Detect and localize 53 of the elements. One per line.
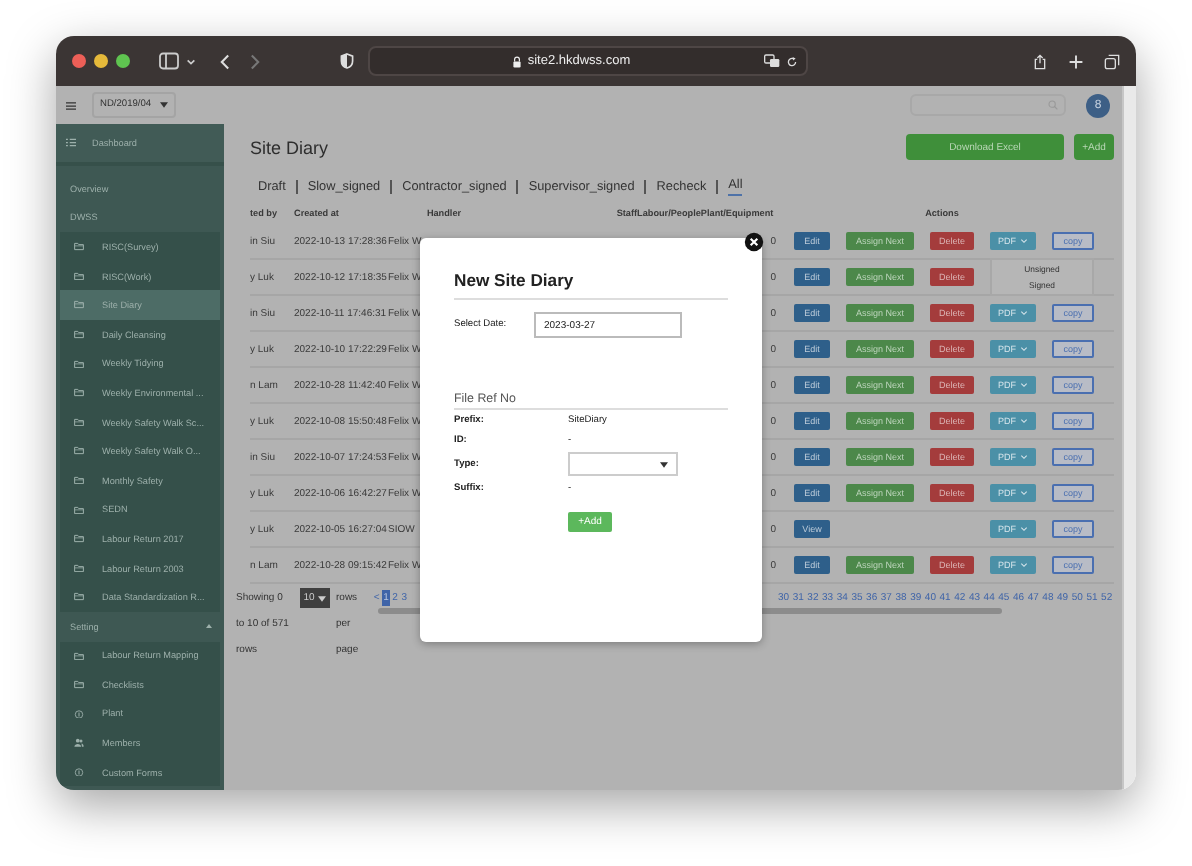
folder-icon (74, 300, 84, 310)
folder-icon (74, 242, 84, 252)
folder-icon (74, 534, 84, 544)
reload-icon[interactable] (786, 55, 798, 67)
chevron-down-icon (1020, 382, 1028, 388)
folder-icon (74, 271, 84, 281)
chevron-down-icon (1020, 238, 1028, 244)
shield-icon[interactable] (340, 52, 354, 70)
sidebar-toggle-icon[interactable] (158, 52, 180, 70)
minimize-window-button[interactable] (94, 54, 108, 68)
caret-up-icon (206, 624, 212, 629)
caret-icon (159, 102, 168, 108)
dialog-title: New Site Diary (454, 264, 728, 300)
menu-icon[interactable] (66, 101, 76, 109)
folder-icon (74, 475, 84, 485)
chevron-down-icon (1020, 346, 1028, 352)
chevron-down-icon (1020, 418, 1028, 424)
close-window-button[interactable] (72, 54, 86, 68)
close-icon[interactable] (744, 232, 764, 252)
caret-icon (318, 595, 327, 601)
maximize-window-button[interactable] (116, 54, 130, 68)
chevron-down-icon (1020, 490, 1028, 496)
tabs-overview-icon[interactable] (1104, 53, 1120, 69)
chevron-down-icon (1020, 526, 1028, 532)
folder-icon (74, 651, 84, 661)
folder-icon (74, 563, 84, 573)
page-title: Site Diary (250, 137, 329, 157)
folder-icon (74, 505, 84, 515)
folder-icon (74, 330, 84, 340)
folder-icon (74, 446, 84, 456)
translate-icon[interactable] (764, 54, 780, 68)
chevron-down-icon[interactable] (186, 57, 196, 65)
chevron-down-icon (1020, 310, 1028, 316)
folder-icon (74, 592, 84, 602)
share-icon[interactable] (1032, 53, 1048, 69)
vertical-scrollbar[interactable] (1122, 86, 1136, 790)
chevron-down-icon (1020, 562, 1028, 568)
chevron-down-icon (1020, 454, 1028, 460)
people-icon (74, 738, 84, 748)
list-icon (66, 138, 76, 148)
search-field[interactable] (910, 94, 1066, 116)
search-icon (1048, 100, 1058, 110)
caret-icon (660, 461, 668, 467)
circle-icon (74, 709, 84, 719)
lock-icon (511, 55, 522, 67)
folder-icon (74, 680, 84, 690)
folder-icon (74, 417, 84, 427)
forward-icon[interactable] (250, 53, 260, 69)
new-tab-icon[interactable] (1068, 53, 1084, 69)
folder-icon (74, 359, 84, 369)
back-icon[interactable] (220, 53, 230, 69)
circle-icon (74, 767, 84, 777)
folder-icon (74, 388, 84, 398)
